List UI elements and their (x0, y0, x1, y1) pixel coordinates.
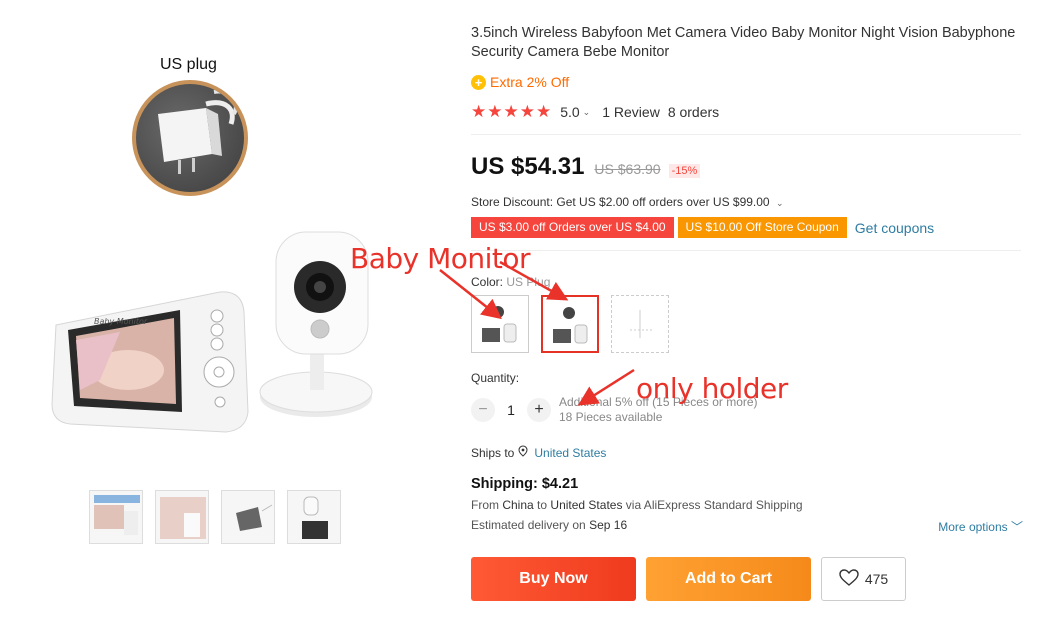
color-label: Color: US Plug (471, 275, 1031, 289)
more-options-text: More options (938, 520, 1008, 534)
heart-icon (839, 568, 859, 590)
color-swatches (471, 295, 1031, 353)
coupon-badge[interactable]: US $10.00 Off Store Coupon (677, 217, 847, 238)
wishlist-button[interactable]: 475 (821, 557, 906, 601)
divider (471, 250, 1021, 251)
color-label-text: Color: (471, 275, 504, 289)
coupon-badge[interactable]: US $3.00 off Orders over US $4.00 (471, 217, 674, 238)
rating-row: ★★★★★ 5.0 ⌄ 1 Review 8 orders (471, 102, 1031, 122)
from-prefix: From (471, 498, 499, 512)
ships-to: Ships to United States (471, 445, 1031, 460)
chevron-down-icon: ﹀ (1010, 520, 1023, 534)
device-brand-label: Baby Monitor (94, 317, 148, 326)
shipping-method: via AliExpress Standard Shipping (625, 498, 803, 512)
product-title: 3.5inch Wireless Babyfoon Met Camera Vid… (471, 25, 1016, 60)
thumbnail-strip (89, 490, 341, 544)
chevron-down-icon[interactable]: ⌄ (583, 107, 591, 118)
annotation-baby-monitor: Baby Monitor (350, 242, 531, 275)
thumbnail[interactable] (155, 490, 209, 544)
wishlist-count: 475 (864, 571, 889, 587)
thumbnail[interactable] (221, 490, 275, 544)
add-to-cart-button[interactable]: Add to Cart (646, 557, 811, 601)
current-price: US $54.31 (471, 153, 585, 180)
coupon-row: US $3.00 off Orders over US $4.00 US $10… (471, 217, 1031, 238)
swatch-option[interactable] (471, 295, 529, 353)
delivery-date: Sep 16 (589, 518, 628, 532)
action-buttons: Buy Now Add to Cart 475 (471, 557, 1031, 601)
chevron-down-icon[interactable]: ⌄ (776, 198, 784, 208)
store-discount[interactable]: Store Discount: Get US $2.00 off orders … (471, 195, 1031, 209)
plus-coin-icon: + (471, 74, 486, 90)
review-count[interactable]: 1 Review (602, 104, 660, 120)
original-price: US $63.90 (594, 161, 661, 177)
product-gallery: US plug Baby Monitor (0, 0, 460, 629)
increase-button[interactable]: + (527, 398, 551, 422)
thumbnail[interactable] (89, 490, 143, 544)
location-pin-icon (518, 445, 528, 460)
decrease-button[interactable]: − (471, 398, 495, 422)
thumbnail[interactable] (287, 490, 341, 544)
to-country: United States (550, 498, 623, 512)
delivery-prefix: Estimated delivery on (471, 518, 586, 532)
divider (471, 134, 1021, 135)
star-rating-icon: ★★★★★ (471, 102, 553, 121)
swatch-option-holder[interactable] (611, 295, 669, 353)
buy-now-button[interactable]: Buy Now (471, 557, 636, 601)
product-details: 3.5inch Wireless Babyfoon Met Camera Vid… (471, 24, 1031, 601)
quantity-value[interactable]: 1 (495, 402, 527, 418)
rating-value[interactable]: 5.0 (560, 104, 579, 120)
order-count: 8 orders (667, 104, 720, 120)
shipping-route: From China to United States via AliExpre… (471, 498, 1031, 512)
estimated-delivery: Estimated delivery on Sep 16 (471, 518, 627, 535)
ships-to-label: Ships to (471, 445, 515, 460)
delivery-row: Estimated delivery on Sep 16 More option… (471, 518, 1023, 535)
more-options-link[interactable]: More options ﹀ (938, 518, 1023, 535)
shipping-cost: Shipping: $4.21 (471, 476, 579, 492)
extra-off-promo: + Extra 2% Off (471, 74, 1031, 90)
discount-badge: -15% (668, 164, 701, 178)
price-row: US $54.31 US $63.90 -15% (471, 153, 1031, 181)
extra-off-text: Extra 2% Off (490, 74, 570, 90)
swatch-option-selected[interactable] (541, 295, 599, 353)
ship-country-select[interactable]: United States (534, 446, 606, 460)
from-country: China (502, 498, 534, 512)
to-word: to (537, 498, 548, 512)
stock-note: 18 Pieces available (559, 410, 663, 424)
annotation-only-holder: only holder (636, 372, 788, 405)
get-coupons-link[interactable]: Get coupons (855, 220, 934, 236)
color-value: US Plug (506, 275, 551, 289)
store-discount-text: Store Discount: Get US $2.00 off orders … (471, 195, 770, 209)
